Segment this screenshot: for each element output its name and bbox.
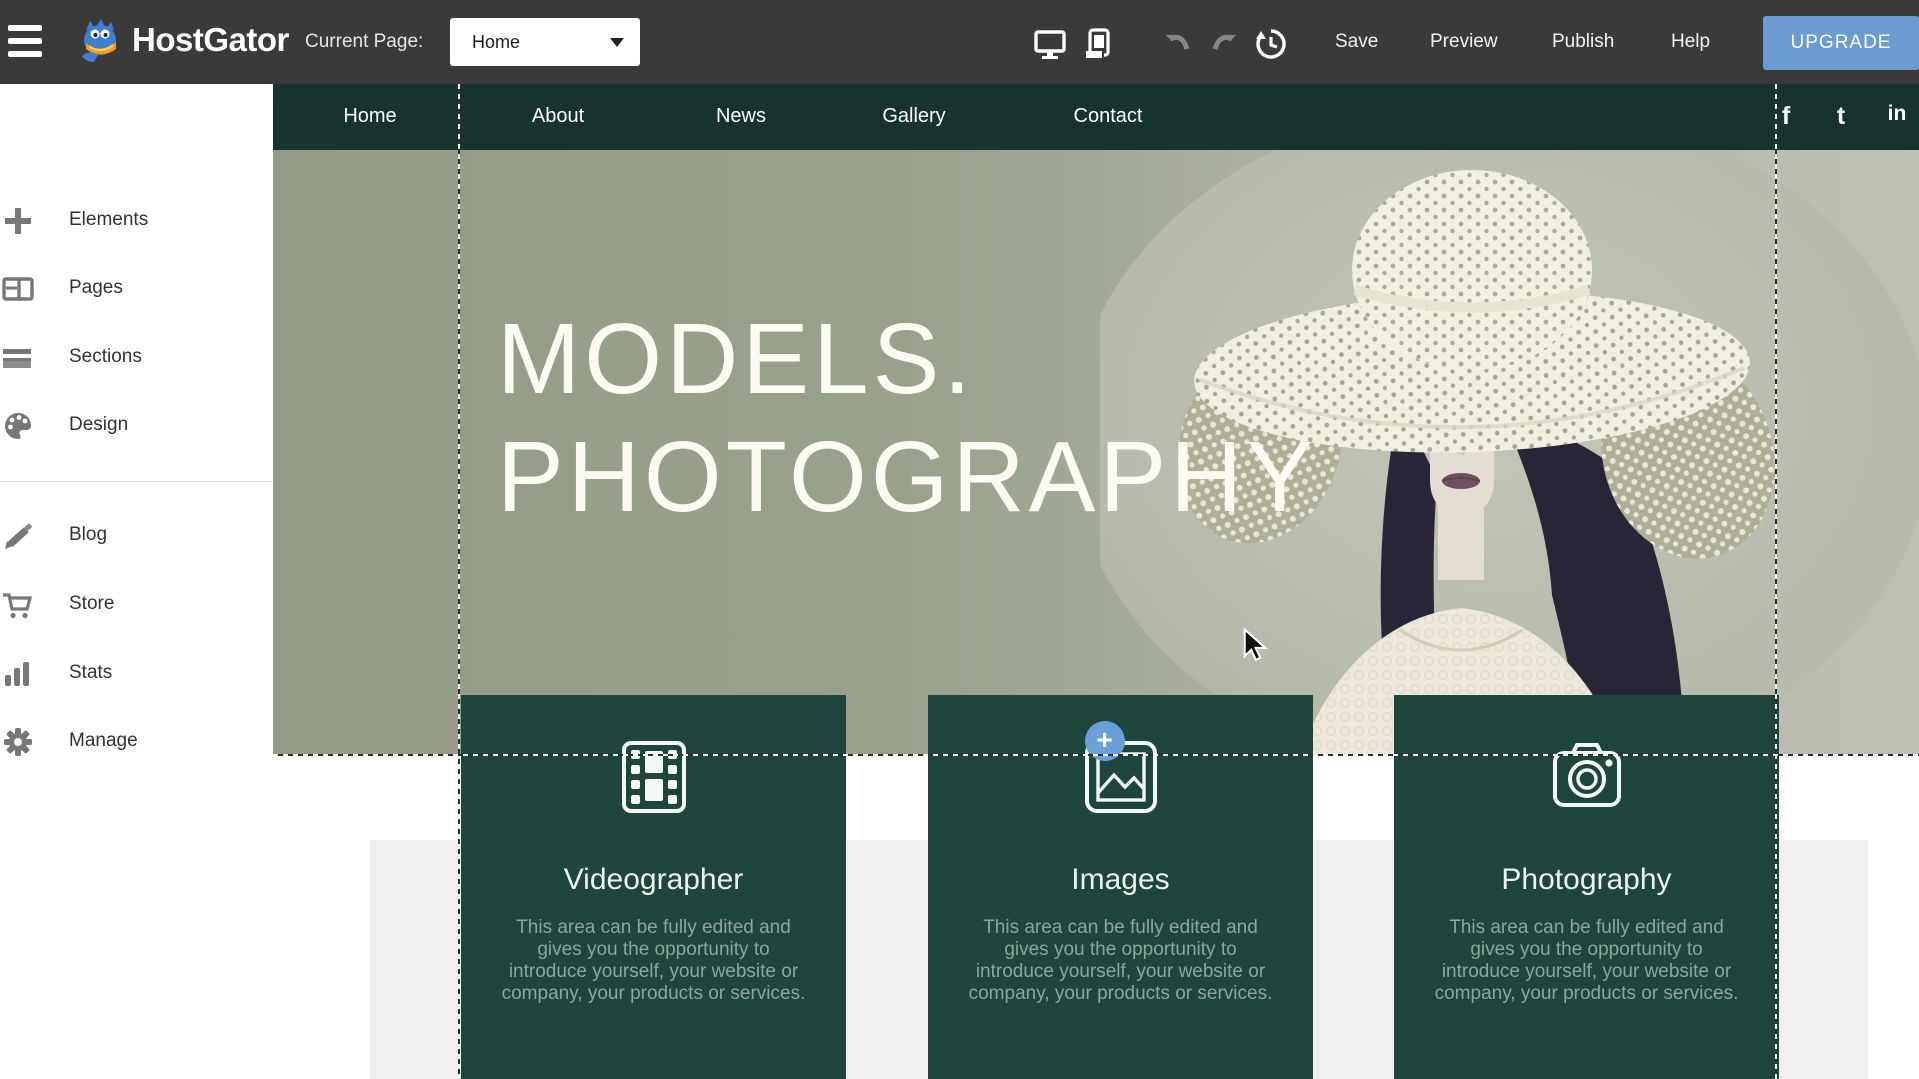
pencil-icon — [2, 520, 34, 552]
card-title: Photography — [1394, 863, 1779, 897]
editor-sidebar: Elements Pages Sections Design — [0, 84, 273, 1079]
bar-chart-icon — [2, 658, 34, 690]
card-body: This area can be fully edited and gives … — [499, 917, 808, 1005]
site-nav-about[interactable]: About — [532, 105, 584, 128]
pages-icon — [2, 273, 34, 305]
save-button[interactable]: Save — [1335, 31, 1378, 53]
cart-icon — [2, 589, 34, 621]
card-videographer[interactable]: Videographer This area can be fully edit… — [461, 695, 846, 1079]
card-body: This area can be fully edited and gives … — [966, 917, 1275, 1005]
site-nav-home[interactable]: Home — [343, 105, 396, 128]
publish-button[interactable]: Publish — [1552, 31, 1614, 53]
undo-icon[interactable] — [1160, 27, 1194, 61]
upgrade-button[interactable]: UPGRADE — [1763, 16, 1919, 70]
history-icon[interactable] — [1254, 27, 1288, 61]
page-select-value: Home — [472, 32, 610, 53]
facebook-icon[interactable]: f — [1782, 102, 1790, 131]
section-guide-bottom-dashed-line — [273, 754, 1919, 756]
sidebar-item-design[interactable]: Design — [0, 406, 273, 446]
sidebar-item-manage[interactable]: Manage — [0, 722, 273, 762]
hero-title-line1: MODELS. — [497, 300, 975, 418]
section-guide-left-dashed-line — [458, 84, 460, 1079]
preview-button[interactable]: Preview — [1430, 31, 1498, 53]
card-title: Images — [928, 863, 1313, 897]
mobile-view-icon[interactable] — [1080, 27, 1114, 61]
site-nav-contact[interactable]: Contact — [1074, 105, 1143, 128]
camera-icon — [1545, 735, 1629, 819]
desktop-view-icon[interactable] — [1033, 27, 1067, 61]
logo-wordmark: HostGator — [132, 21, 289, 59]
site-nav-bar: Home About News Gallery Contact f t in — [273, 84, 1919, 150]
card-body: This area can be fully edited and gives … — [1432, 917, 1741, 1005]
twitter-icon[interactable]: t — [1837, 102, 1845, 131]
hamburger-menu-icon[interactable] — [8, 25, 42, 59]
card-images[interactable]: + Images This area can be fully edited a… — [928, 695, 1313, 1079]
linkedin-icon[interactable]: in — [1888, 102, 1907, 126]
film-icon — [612, 735, 696, 819]
sidebar-item-blog[interactable]: Blog — [0, 516, 273, 556]
sidebar-divider — [0, 481, 273, 482]
hostgator-gator-icon — [76, 16, 124, 64]
site-nav-gallery[interactable]: Gallery — [882, 105, 945, 128]
hostgator-logo: HostGator — [76, 16, 289, 64]
sidebar-item-sections[interactable]: Sections — [0, 338, 273, 378]
gear-icon — [2, 726, 34, 758]
chevron-down-icon — [610, 38, 624, 47]
plus-icon — [2, 205, 34, 237]
sidebar-item-elements[interactable]: Elements — [0, 201, 273, 241]
page-select-dropdown[interactable]: Home — [450, 18, 640, 66]
palette-icon — [2, 410, 34, 442]
top-toolbar: HostGator Current Page: Home Save Previe… — [0, 0, 1919, 84]
site-nav-news[interactable]: News — [716, 105, 766, 128]
current-page-label: Current Page: — [305, 31, 423, 53]
sidebar-item-store[interactable]: Store — [0, 585, 273, 625]
card-title: Videographer — [461, 863, 846, 897]
sidebar-item-stats[interactable]: Stats — [0, 654, 273, 694]
help-button[interactable]: Help — [1671, 31, 1710, 53]
sections-icon — [2, 342, 34, 374]
sidebar-item-pages[interactable]: Pages — [0, 269, 273, 309]
mouse-cursor — [1243, 628, 1273, 662]
hero-section[interactable]: MODELS. PHOTOGRAPHY — [273, 150, 1919, 755]
section-guide-right-dashed-line — [1775, 84, 1777, 1079]
redo-icon[interactable] — [1208, 27, 1242, 61]
hero-title-line2: PHOTOGRAPHY — [497, 418, 1317, 536]
card-photography[interactable]: Photography This area can be fully edite… — [1394, 695, 1779, 1079]
